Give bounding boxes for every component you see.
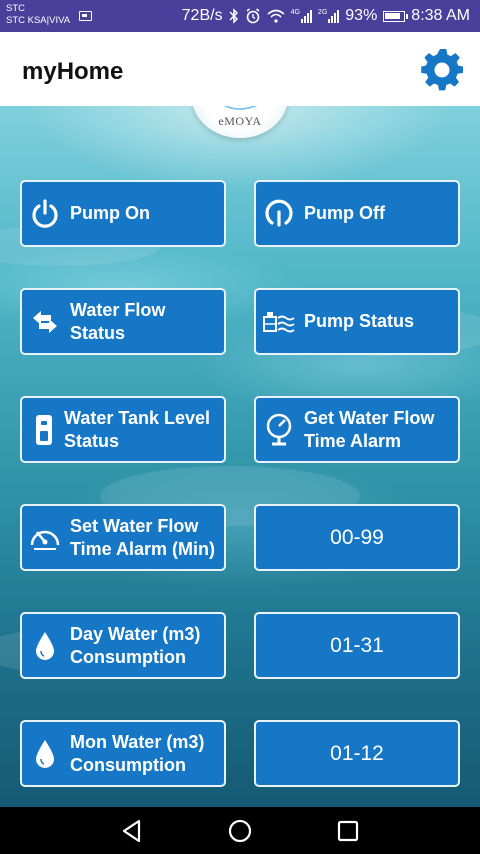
clock: 8:38 AM [411, 7, 470, 24]
gear-icon[interactable] [419, 47, 465, 93]
alarm-icon [246, 8, 260, 24]
wifi-icon [267, 9, 285, 23]
month-range-input[interactable]: 01-12 [254, 720, 460, 787]
navigation-bar [0, 807, 480, 854]
water-tank-level-status-label: Water Tank Level Status [64, 407, 211, 451]
main-panel: eMOYA Pump On Pump Off Water Flow Status… [0, 106, 480, 807]
carrier-info: STC STC KSA|VIVA [6, 3, 70, 27]
net-type-1: 4G [290, 9, 300, 16]
status-icons: 72B/s 4G 2G 93% 8:38 AM [182, 7, 470, 25]
set-water-flow-time-alarm-button[interactable]: Set Water Flow Time Alarm (Min) [20, 504, 226, 571]
signal-icon-2: 2G [317, 9, 340, 23]
pump-off-button[interactable]: Pump Off [254, 180, 460, 247]
pump-icon [262, 305, 296, 339]
logo-text: eMOYA [218, 114, 262, 128]
emoya-logo: eMOYA [192, 106, 288, 138]
water-tank-level-status-button[interactable]: Water Tank Level Status [20, 396, 226, 463]
pump-off-label: Pump Off [304, 203, 385, 223]
speedometer-icon [28, 521, 62, 555]
water-flow-status-button[interactable]: Water Flow Status [20, 288, 226, 355]
mon-water-consumption-label: Mon Water (m3) Consumption [70, 731, 205, 775]
power-icon [28, 197, 62, 231]
set-water-flow-time-alarm-label: Set Water Flow Time Alarm (Min) [70, 515, 216, 559]
day-water-consumption-label: Day Water (m3) Consumption [70, 623, 201, 667]
tank-icon [32, 413, 56, 447]
month-range-value: 01-12 [330, 741, 384, 765]
get-water-flow-time-alarm-label: Get Water Flow Time Alarm [304, 407, 435, 451]
net-type-2: 2G [317, 9, 328, 16]
pump-on-label: Pump On [70, 203, 150, 223]
app-bar: myHome [0, 32, 480, 106]
pump-on-button[interactable]: Pump On [20, 180, 226, 247]
battery-icon [383, 10, 409, 22]
net-speed: 72B/s [181, 7, 223, 24]
flow-arrows-icon [28, 305, 62, 339]
app-title: myHome [22, 58, 124, 85]
recents-icon[interactable] [335, 818, 361, 844]
battery-percent: 93% [345, 7, 378, 24]
water-drop-icon [28, 629, 62, 663]
sim-icon [79, 11, 92, 21]
day-range-value: 01-31 [330, 633, 384, 657]
day-range-input[interactable]: 01-31 [254, 612, 460, 679]
carrier-line-2: STC KSA|VIVA [6, 15, 71, 26]
water-flow-status-label: Water Flow Status [70, 299, 166, 343]
pump-status-label: Pump Status [304, 311, 415, 331]
home-icon[interactable] [227, 818, 253, 844]
get-water-flow-time-alarm-button[interactable]: Get Water Flow Time Alarm [254, 396, 460, 463]
status-bar: STC STC KSA|VIVA 72B/s 4G 2G 93% 8:38 AM [0, 0, 480, 32]
water-drop-icon [28, 737, 62, 771]
alarm-minutes-value: 00-99 [330, 525, 384, 549]
day-water-consumption-button[interactable]: Day Water (m3) Consumption [20, 612, 226, 679]
gauge-icon [262, 413, 296, 447]
power-off-icon [262, 197, 296, 231]
signal-icon: 4G [291, 9, 312, 23]
carrier-line-1: STC [6, 3, 25, 14]
alarm-minutes-input[interactable]: 00-99 [254, 504, 460, 571]
back-icon[interactable] [119, 818, 145, 844]
mon-water-consumption-button[interactable]: Mon Water (m3) Consumption [20, 720, 226, 787]
pump-status-button[interactable]: Pump Status [254, 288, 460, 355]
bluetooth-icon [229, 8, 238, 24]
